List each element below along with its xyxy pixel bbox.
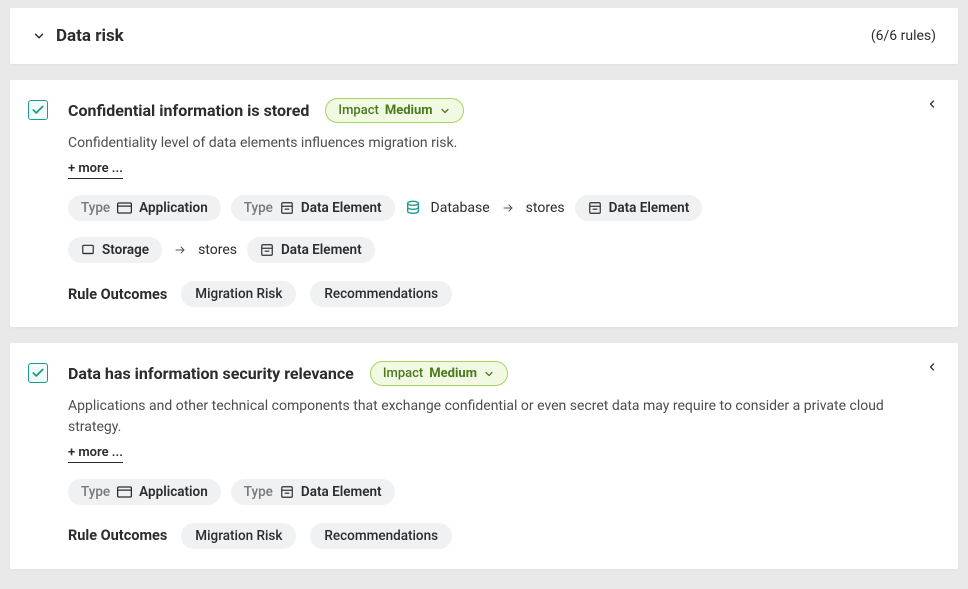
outcomes-row: Rule Outcomes Migration Risk Recommendat…: [68, 523, 936, 549]
arrow-right-icon: [172, 244, 188, 256]
outcome-chip-recommendations[interactable]: Recommendations: [310, 523, 452, 549]
outcomes-label: Rule Outcomes: [68, 527, 167, 544]
outcome-chip-migration-risk[interactable]: Migration Risk: [181, 281, 296, 307]
application-icon: [117, 486, 132, 498]
condition-row: Storage stores Data Element: [68, 237, 936, 263]
chevron-down-icon: [439, 105, 451, 117]
rule-title: Data has information security relevance: [68, 364, 354, 383]
section-count: (6/6 rules): [871, 28, 936, 44]
data-element-icon: [588, 201, 602, 215]
rule-card: Confidential information is stored Impac…: [10, 80, 958, 327]
rule-checkbox[interactable]: [28, 363, 48, 383]
rule-checkbox[interactable]: [28, 100, 48, 120]
condition-row: Type Application Type Data Element: [68, 479, 936, 505]
collapse-arrow[interactable]: [926, 98, 938, 110]
rule-card: Data has information security relevance …: [10, 343, 958, 569]
subject-chip-storage[interactable]: Storage: [68, 237, 162, 263]
outcomes-row: Rule Outcomes Migration Risk Recommendat…: [68, 281, 936, 307]
type-chip-data-element[interactable]: Type Data Element: [231, 479, 395, 505]
more-link[interactable]: + more ...: [68, 445, 123, 463]
collapse-arrow[interactable]: [926, 361, 938, 373]
rule-title: Confidential information is stored: [68, 101, 309, 120]
storage-icon: [81, 243, 95, 257]
rule-description: Applications and other technical compone…: [68, 396, 936, 437]
chevron-down-icon: [32, 29, 46, 43]
outcome-chip-recommendations[interactable]: Recommendations: [310, 281, 452, 307]
application-icon: [117, 202, 132, 214]
condition-subject: Database: [431, 200, 490, 216]
condition-relation: stores: [198, 242, 237, 258]
type-chip-application[interactable]: Type Application: [68, 195, 221, 221]
type-chip-application[interactable]: Type Application: [68, 479, 221, 505]
impact-pill[interactable]: Impact Medium: [325, 98, 463, 123]
rule-description: Confidentiality level of data elements i…: [68, 133, 936, 153]
data-element-icon: [280, 201, 294, 215]
impact-value: Medium: [385, 103, 433, 118]
chevron-down-icon: [483, 368, 495, 380]
data-element-icon: [280, 485, 294, 499]
outcome-chip-migration-risk[interactable]: Migration Risk: [181, 523, 296, 549]
more-link[interactable]: + more ...: [68, 161, 123, 179]
arrow-right-icon: [500, 202, 516, 214]
outcomes-label: Rule Outcomes: [68, 286, 167, 303]
object-chip-data-element[interactable]: Data Element: [575, 195, 703, 221]
section-title: Data risk: [56, 26, 124, 46]
impact-value: Medium: [429, 366, 477, 381]
database-icon: [405, 199, 421, 217]
impact-label: Impact: [383, 366, 423, 381]
condition-relation: stores: [526, 200, 565, 216]
type-chip-data-element[interactable]: Type Data Element: [231, 195, 395, 221]
section-header[interactable]: Data risk (6/6 rules): [10, 8, 958, 64]
condition-row: Type Application Type Data Element: [68, 195, 936, 221]
impact-pill[interactable]: Impact Medium: [370, 361, 508, 386]
impact-label: Impact: [338, 103, 378, 118]
object-chip-data-element[interactable]: Data Element: [247, 237, 375, 263]
data-element-icon: [260, 243, 274, 257]
